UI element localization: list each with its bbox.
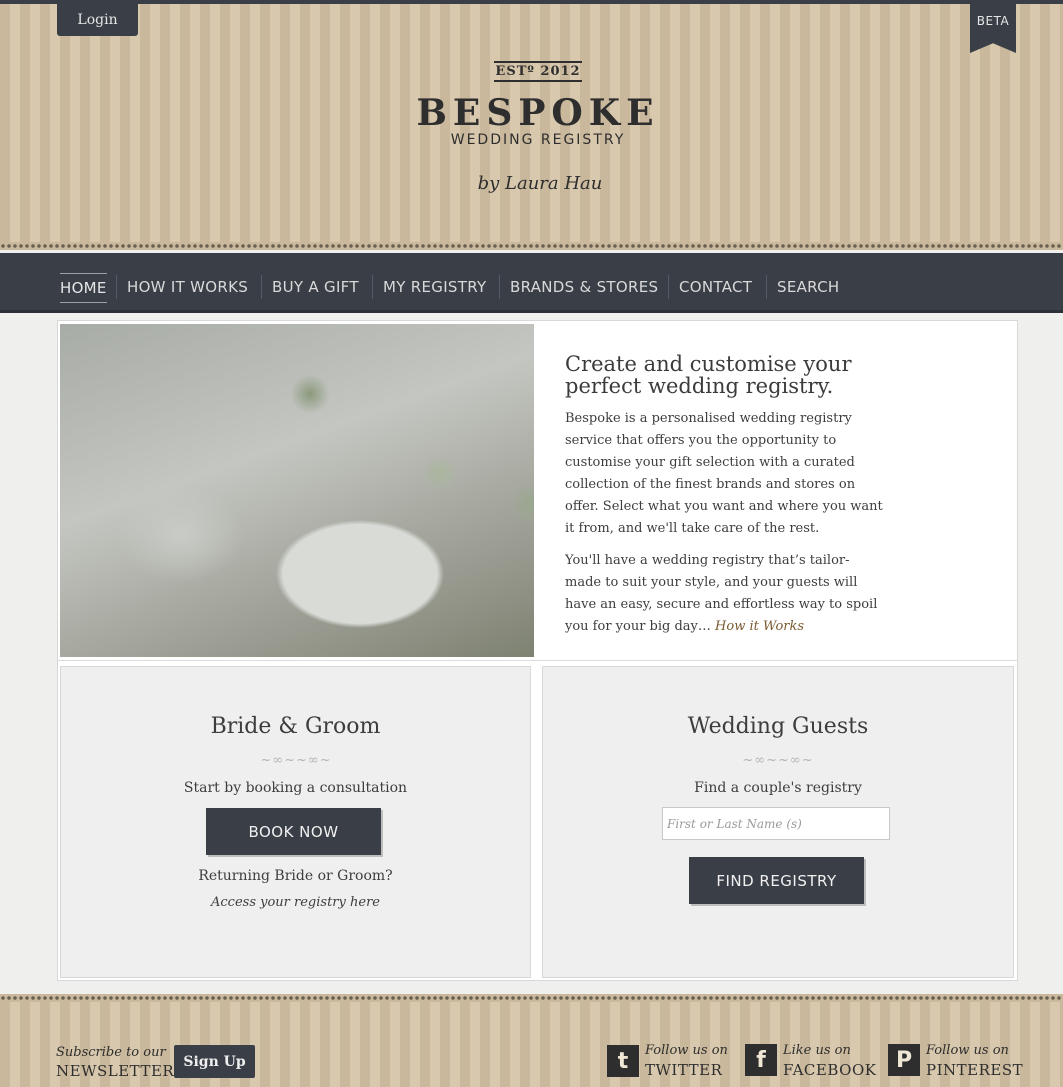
nav-divider <box>372 275 373 299</box>
nav-buy-a-gift[interactable]: BUY A GIFT <box>272 273 359 301</box>
nav-divider <box>766 275 767 299</box>
access-registry-link[interactable]: Access your registry here <box>60 895 531 910</box>
find-registry-button[interactable]: FIND REGISTRY <box>689 857 864 904</box>
hero-table-setting-image <box>60 324 534 657</box>
nav-my-registry[interactable]: MY REGISTRY <box>383 273 486 301</box>
nav-divider <box>261 275 262 299</box>
returning-label: Returning Bride or Groom? <box>198 868 393 884</box>
logo-est: ESTº 2012 <box>494 61 582 82</box>
header-dotted-border <box>0 242 1063 250</box>
book-now-button[interactable]: BOOK NOW <box>206 808 381 855</box>
twitter-icon: t <box>607 1045 639 1077</box>
bride-groom-title: Bride & Groom <box>210 714 381 739</box>
nav-search[interactable]: SEARCH <box>777 273 840 301</box>
footer-dotted-border <box>0 994 1063 1002</box>
nav-divider <box>499 275 500 299</box>
main-nav: HOME HOW IT WORKS BUY A GIFT MY REGISTRY… <box>0 253 1063 313</box>
facebook-icon: f <box>745 1044 777 1076</box>
logo-tagline: WEDDING REGISTRY <box>450 132 626 148</box>
hero-paragraph-1: Bespoke is a personalised wedding regist… <box>565 411 883 536</box>
twitter-small-text: Follow us on <box>645 1043 728 1058</box>
pinterest-icon: P <box>888 1044 920 1076</box>
facebook-label: FACEBOOK <box>783 1061 877 1079</box>
pinterest-small-text: Follow us on <box>926 1043 1009 1058</box>
nav-divider <box>116 275 117 299</box>
logo-byline: by Laura Hau <box>477 173 603 194</box>
login-button[interactable]: Login <box>57 4 138 36</box>
nav-divider <box>668 275 669 299</box>
flourish-ornament: ~∞~~∞~ <box>260 753 332 768</box>
wedding-guests-title: Wedding Guests <box>687 714 869 739</box>
logo-name: BESPOKE <box>416 92 660 134</box>
nav-contact[interactable]: CONTACT <box>679 273 752 301</box>
subscribe-small-text: Subscribe to our <box>56 1045 166 1060</box>
facebook-small-text: Like us on <box>783 1043 851 1058</box>
newsletter-label: NEWSLETTER <box>56 1062 175 1080</box>
pinterest-label: PINTEREST <box>926 1061 1024 1079</box>
flourish-ornament: ~∞~~∞~ <box>742 753 814 768</box>
couple-name-search-input[interactable] <box>662 807 890 840</box>
nav-brands-stores[interactable]: BRANDS & STORES <box>510 273 658 301</box>
hero-title: Create and customise your perfect weddin… <box>565 352 852 398</box>
hero-paragraph-2: You'll have a wedding registry that’s ta… <box>565 550 885 638</box>
nav-home[interactable]: HOME <box>60 273 107 303</box>
twitter-label: TWITTER <box>645 1061 723 1079</box>
hero-divider <box>58 660 1017 661</box>
bride-groom-subtitle: Start by booking a consultation <box>183 780 408 796</box>
how-it-works-link[interactable]: How it Works <box>715 619 804 634</box>
nav-how-it-works[interactable]: HOW IT WORKS <box>127 273 248 301</box>
wedding-guests-subtitle: Find a couple's registry <box>694 780 862 796</box>
newsletter-signup-button[interactable]: Sign Up <box>174 1045 255 1078</box>
